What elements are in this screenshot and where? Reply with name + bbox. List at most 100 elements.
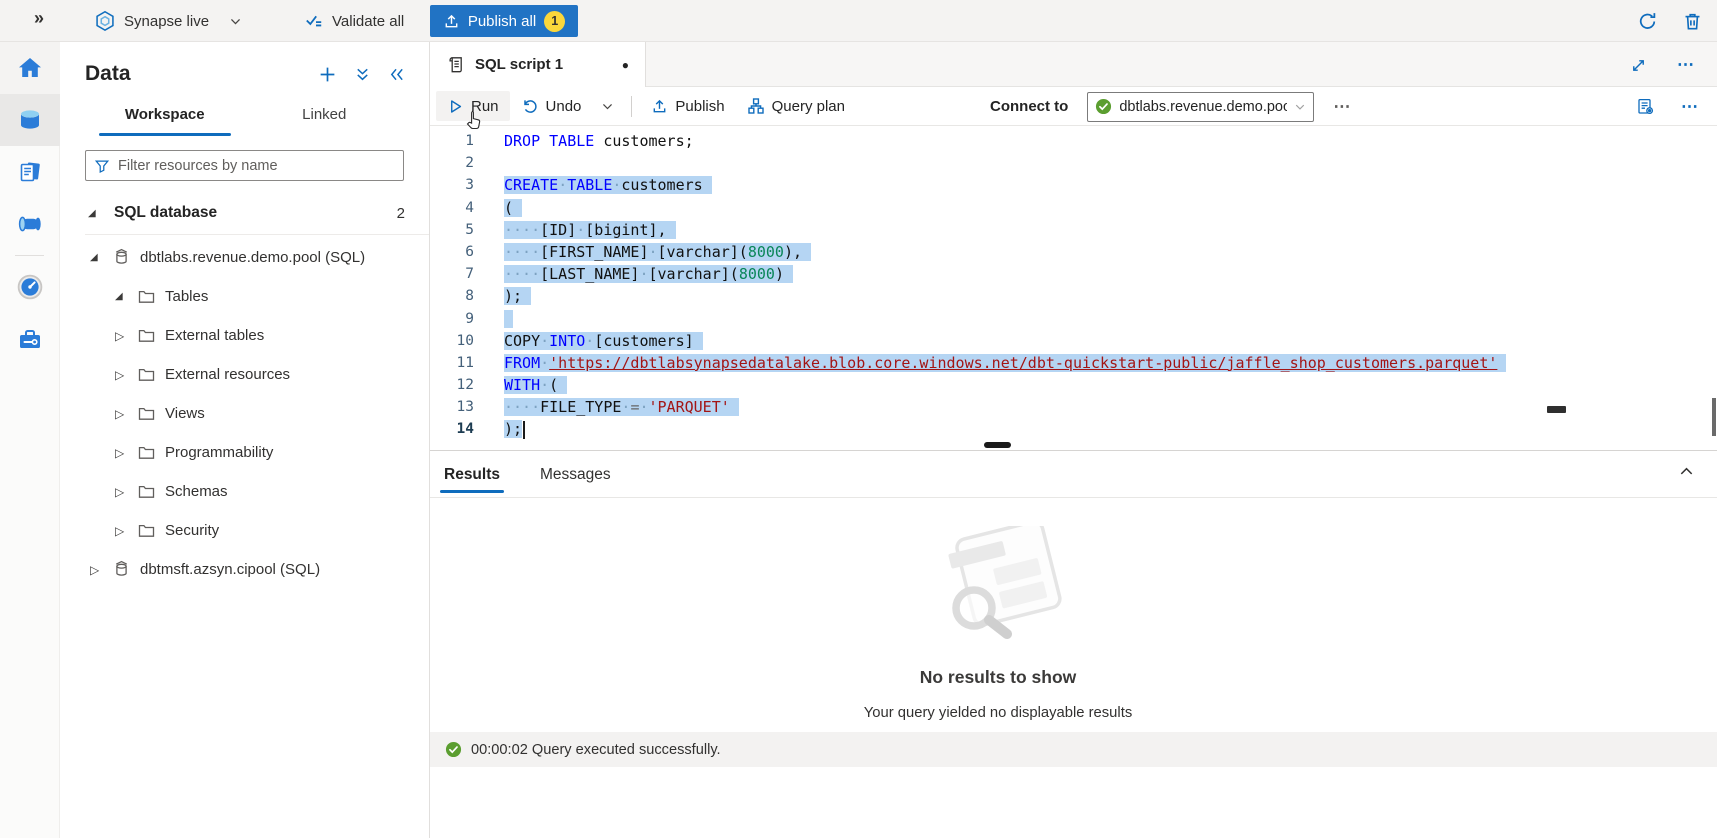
code-text[interactable]: ( — [504, 197, 522, 219]
collapse-panel-icon[interactable] — [388, 66, 405, 83]
code-text[interactable]: FROM·'https://dbtlabsynapsedatalake.blob… — [504, 352, 1506, 374]
undo-dropdown-icon[interactable] — [592, 100, 623, 113]
line-number: 7 — [430, 263, 474, 285]
code-text[interactable]: ); — [504, 418, 525, 440]
folder-icon — [137, 521, 156, 540]
code-text[interactable]: ····[FIRST_NAME]·[varchar](8000), — [504, 241, 811, 263]
code-text[interactable]: ····FILE_TYPE·=·'PARQUET' — [504, 396, 739, 418]
chevron-collapsed-icon[interactable]: ▷ — [115, 407, 131, 421]
mode-selector-button[interactable]: Synapse live — [94, 0, 242, 42]
code-line[interactable]: 14); — [430, 418, 1717, 440]
chevron-collapsed-icon[interactable]: ▷ — [115, 524, 131, 538]
toolbar-more-icon[interactable]: ⋯ — [1333, 97, 1351, 117]
tab-linked[interactable]: Linked — [245, 98, 405, 136]
expand-editor-icon[interactable] — [1630, 57, 1647, 74]
selection: COPY·INTO·[customers] — [504, 332, 703, 350]
double-chevron-right-icon[interactable]: » — [34, 8, 44, 29]
code-line[interactable]: 3CREATE·TABLE·customers — [430, 174, 1717, 196]
code-text[interactable]: ); — [504, 285, 531, 307]
panel-resize-handle[interactable] — [984, 442, 1011, 448]
script-properties-icon[interactable] — [1636, 97, 1655, 116]
nav-data[interactable] — [0, 94, 60, 146]
code-text[interactable]: COPY·INTO·[customers] — [504, 330, 703, 352]
add-resource-icon[interactable] — [318, 65, 337, 84]
code-line[interactable]: 9 — [430, 308, 1717, 330]
tab-messages[interactable]: Messages — [536, 466, 615, 497]
tree-item[interactable]: ▷Views — [60, 394, 429, 433]
nav-home[interactable] — [0, 42, 60, 94]
sql-code-editor[interactable]: 1DROP TABLE customers;23CREATE·TABLE·cus… — [430, 126, 1717, 445]
code-line[interactable]: 2 — [430, 152, 1717, 174]
collapse-all-icon[interactable] — [354, 66, 371, 83]
filter-box[interactable] — [85, 150, 404, 181]
code-text[interactable] — [504, 308, 513, 330]
left-nav-rail — [0, 42, 60, 838]
chevron-expanded-icon[interactable]: ◢ — [90, 252, 106, 263]
tree-root-sql-database[interactable]: ◢ SQL database 2 — [60, 197, 429, 229]
editor-tabstrip: SQL script 1 ● ⋯ — [430, 42, 1717, 87]
pool-dropdown[interactable]: dbtlabs.revenue.demo.pool — [1087, 92, 1314, 122]
folder-icon — [137, 443, 156, 462]
publish-button[interactable]: Publish — [640, 91, 735, 121]
query-status-bar: 00:00:02 Query executed successfully. — [430, 732, 1717, 767]
chevron-collapsed-icon[interactable]: ▷ — [90, 563, 106, 577]
selection: ); — [504, 287, 531, 305]
discard-all-icon[interactable] — [1682, 11, 1703, 32]
tree-item[interactable]: ▷Programmability — [60, 433, 429, 472]
tree-item[interactable]: ◢ dbtlabs.revenue.demo.pool (SQL) — [60, 238, 429, 277]
filter-input[interactable] — [118, 158, 395, 174]
publish-all-icon — [443, 13, 460, 30]
tab-results[interactable]: Results — [440, 466, 504, 497]
chevron-collapsed-icon[interactable]: ▷ — [115, 485, 131, 499]
selection: CREATE·TABLE·customers — [504, 176, 712, 194]
code-text[interactable]: ····[ID]·[bigint], — [504, 219, 676, 241]
chevron-expanded-icon[interactable]: ◢ — [88, 208, 104, 219]
publish-count-badge: 1 — [544, 11, 565, 32]
undo-button[interactable]: Undo — [510, 91, 593, 121]
publish-all-button[interactable]: Publish all 1 — [430, 5, 578, 37]
selection: ····[LAST_NAME]·[varchar](8000) — [504, 265, 793, 283]
code-text[interactable]: ····[LAST_NAME]·[varchar](8000) — [504, 263, 793, 285]
code-text[interactable]: DROP TABLE customers; — [504, 130, 694, 152]
code-line[interactable]: 11 FROM·'https://dbtlabsynapsedatalake.bl… — [430, 352, 1717, 374]
code-line[interactable]: 13····FILE_TYPE·=·'PARQUET' — [430, 396, 1717, 418]
code-line[interactable]: 7 ····[LAST_NAME]·[varchar](8000) — [430, 263, 1717, 285]
chevron-collapsed-icon[interactable]: ▷ — [115, 446, 131, 460]
tab-sql-script-1[interactable]: SQL script 1 ● — [430, 42, 646, 87]
code-line[interactable]: 6····[FIRST_NAME]·[varchar](8000), — [430, 241, 1717, 263]
chevron-collapsed-icon[interactable]: ▷ — [115, 329, 131, 343]
tree-item[interactable]: ▷dbtmsft.azsyn.cipool (SQL) — [60, 550, 429, 589]
tree-item[interactable]: ▷Schemas — [60, 472, 429, 511]
tree-item[interactable]: ◢ Tables — [60, 277, 429, 316]
nav-integrate[interactable] — [0, 198, 60, 250]
code-line[interactable]: 1DROP TABLE customers; — [430, 130, 1717, 152]
nav-develop[interactable] — [0, 146, 60, 198]
chevron-collapsed-icon[interactable]: ▷ — [115, 368, 131, 382]
line-number: 11 — [430, 352, 474, 374]
tree-item[interactable]: ▷Security — [60, 511, 429, 550]
mode-label: Synapse live — [124, 13, 209, 30]
code-line[interactable]: 4( — [430, 197, 1717, 219]
code-line[interactable]: 5····[ID]·[bigint], — [430, 219, 1717, 241]
tab-more-icon[interactable]: ⋯ — [1677, 55, 1695, 75]
code-text[interactable]: CREATE·TABLE·customers — [504, 174, 712, 196]
tree-item-label: Tables — [165, 288, 208, 305]
validate-all-button[interactable]: Validate all — [304, 0, 404, 42]
code-text[interactable]: WITH·( — [504, 374, 567, 396]
toolbar-right-more-icon[interactable]: ⋯ — [1681, 97, 1699, 117]
collapse-results-icon[interactable] — [1678, 463, 1695, 480]
tab-workspace[interactable]: Workspace — [85, 98, 245, 136]
scrollbar-marker[interactable] — [1547, 406, 1566, 413]
run-button[interactable]: Run — [436, 91, 510, 121]
tree-item[interactable]: ▷External resources — [60, 355, 429, 394]
tree-item[interactable]: ▷External tables — [60, 316, 429, 355]
tree-item-label: dbtlabs.revenue.demo.pool (SQL) — [140, 249, 365, 266]
nav-monitor[interactable] — [0, 261, 60, 313]
refresh-icon[interactable] — [1637, 11, 1658, 32]
nav-manage[interactable] — [0, 313, 60, 365]
code-line[interactable]: 8); — [430, 285, 1717, 307]
query-plan-button[interactable]: Query plan — [736, 91, 856, 121]
code-line[interactable]: 10COPY·INTO·[customers] — [430, 330, 1717, 352]
chevron-expanded-icon[interactable]: ◢ — [115, 291, 131, 302]
code-line[interactable]: 12WITH·( — [430, 374, 1717, 396]
